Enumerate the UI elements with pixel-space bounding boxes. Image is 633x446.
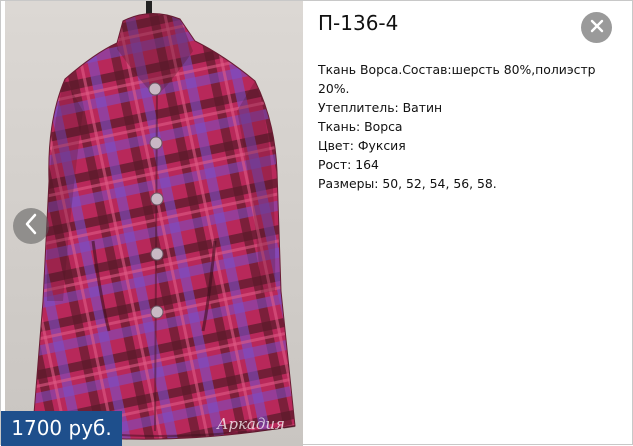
close-icon [590, 18, 604, 37]
prev-image-button[interactable] [13, 208, 49, 244]
product-photo: Аркадия [5, 1, 303, 446]
composition-text: Ткань Ворса.Состав:шерсть 80%,полиэстр 2… [318, 62, 596, 96]
price-badge: 1700 руб. [1, 411, 122, 446]
product-description: Ткань Ворса.Состав:шерсть 80%,полиэстр 2… [318, 60, 618, 193]
close-button[interactable] [581, 12, 612, 43]
height-text: Рост: 164 [318, 157, 379, 172]
insulation-text: Утеплитель: Ватин [318, 100, 443, 115]
lightbox: Аркадия 1700 руб. П-136-4 Ткань Ворса.Со… [0, 0, 633, 446]
fabric-text: Ткань: Ворса [318, 119, 403, 134]
product-code-title: П-136-4 [318, 11, 399, 35]
watermark-text: Аркадия [217, 415, 285, 433]
color-text: Цвет: Фуксия [318, 138, 406, 153]
sizes-text: Размеры: 50, 52, 54, 56, 58. [318, 176, 497, 191]
chevron-left-icon [24, 213, 38, 239]
